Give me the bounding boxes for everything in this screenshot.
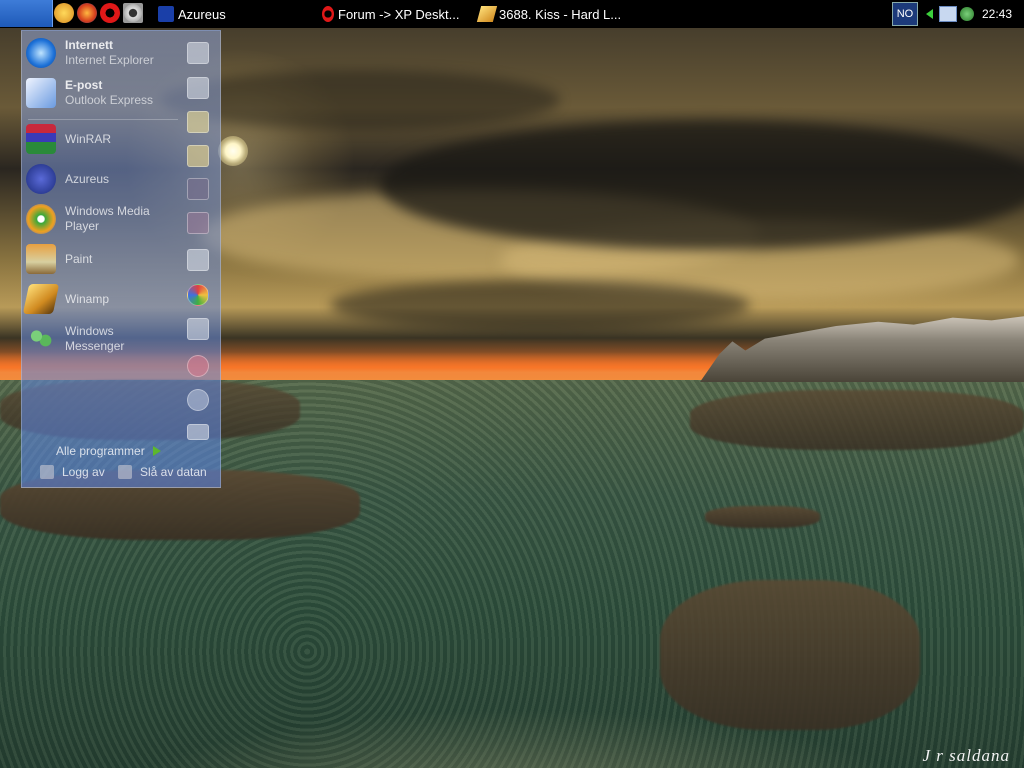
clock[interactable]: 22:43 [982, 7, 1012, 21]
help-icon[interactable] [187, 355, 209, 377]
taskbar-task-forum[interactable]: Forum -> XP Deskt... [322, 0, 460, 28]
network-icon[interactable] [938, 6, 957, 22]
taskbar-task-winamp[interactable]: 3688. Kiss - Hard L... [476, 0, 622, 28]
language-indicator[interactable]: NO [891, 2, 918, 26]
menu-item-subtitle: Outlook Express [65, 93, 154, 107]
firefox-icon[interactable] [77, 3, 97, 23]
menu-item-messenger[interactable]: Windows Messenger [26, 321, 186, 357]
task-label: 3688. Kiss - Hard L... [499, 6, 622, 22]
winamp-icon [22, 284, 60, 314]
printers-icon[interactable] [187, 318, 209, 340]
start-button[interactable] [0, 0, 53, 27]
island [705, 506, 820, 528]
menu-item-email[interactable]: E-post Outlook Express [26, 75, 186, 111]
folder-icon[interactable] [187, 145, 209, 167]
paint-icon [26, 244, 56, 274]
messenger-icon [26, 324, 56, 354]
control-panel-icon[interactable] [187, 284, 209, 306]
azureus-icon [158, 6, 174, 22]
messenger-icon[interactable] [959, 7, 974, 21]
menu-item-internet[interactable]: Internett Internet Explorer [26, 35, 186, 71]
start-menu: Internett Internet Explorer E-post Outlook… [21, 30, 221, 488]
logoff-button[interactable]: Logg av [40, 465, 105, 479]
menu-item-label: Windows Messenger [65, 324, 125, 353]
opera-icon[interactable] [100, 3, 120, 23]
tray-arrow-icon[interactable] [925, 9, 933, 19]
menu-item-azureus[interactable]: Azureus [26, 161, 186, 197]
quick-launch-selected[interactable] [123, 3, 143, 23]
menu-item-winamp[interactable]: Winamp [22, 281, 186, 317]
menu-item-title: E-post [65, 78, 103, 92]
cloud-shadow [330, 280, 750, 330]
outlook-express-icon [26, 78, 56, 108]
all-programs-button[interactable]: Alle programmer [56, 444, 161, 458]
run-icon[interactable] [187, 424, 209, 440]
all-programs-label: Alle programmer [56, 444, 145, 458]
shutdown-label: Slå av datan [140, 465, 207, 479]
mountain-range [700, 316, 1024, 382]
menu-item-label: WinRAR [65, 131, 112, 146]
land-strip [690, 390, 1024, 450]
menu-item-label: Windows Media Player [65, 204, 150, 233]
winamp-icon [476, 6, 498, 22]
task-label: Forum -> XP Deskt... [338, 6, 460, 22]
menu-item-label: Winamp [65, 291, 110, 306]
menu-item-label: Azureus [65, 171, 110, 186]
menu-item-media-player[interactable]: Windows Media Player [26, 201, 186, 237]
menu-item-winrar[interactable]: WinRAR [26, 121, 186, 157]
documents-icon[interactable] [187, 42, 209, 64]
camera-icon [124, 4, 142, 22]
sun [218, 136, 248, 166]
internet-explorer-icon [26, 38, 56, 68]
network-icon[interactable] [187, 212, 209, 234]
azureus-icon [26, 164, 56, 194]
menu-separator [28, 119, 178, 120]
quick-launch-bar [54, 3, 143, 23]
opera-icon [322, 6, 334, 22]
control-panel-icon[interactable] [187, 249, 209, 271]
recent-documents-icon[interactable] [187, 77, 209, 99]
menu-item-label: Paint [65, 251, 93, 266]
taskbar-task-azureus[interactable]: Azureus [158, 0, 226, 28]
menu-item-subtitle: Internet Explorer [65, 53, 154, 67]
island [660, 580, 920, 730]
system-tray: NO 22:43 [891, 0, 1024, 28]
arrow-right-icon [152, 446, 161, 456]
my-computer-icon[interactable] [187, 178, 209, 200]
cloud-shadow [380, 120, 1024, 250]
search-icon[interactable] [187, 389, 209, 411]
shutdown-button[interactable]: Slå av datan [118, 465, 207, 479]
winamp-icon[interactable] [54, 3, 74, 23]
logoff-icon [40, 465, 54, 479]
media-player-icon [26, 204, 56, 234]
taskbar: Azureus Forum -> XP Deskt... 3688. Kiss … [0, 0, 1024, 28]
winrar-icon [26, 124, 56, 154]
wallpaper-signature: J r saldana [922, 746, 1010, 765]
task-label: Azureus [178, 6, 226, 22]
pictures-icon[interactable] [187, 111, 209, 133]
menu-item-paint[interactable]: Paint [26, 241, 186, 277]
power-icon [118, 465, 132, 479]
logoff-label: Logg av [62, 465, 105, 479]
menu-item-title: Internett [65, 38, 113, 52]
